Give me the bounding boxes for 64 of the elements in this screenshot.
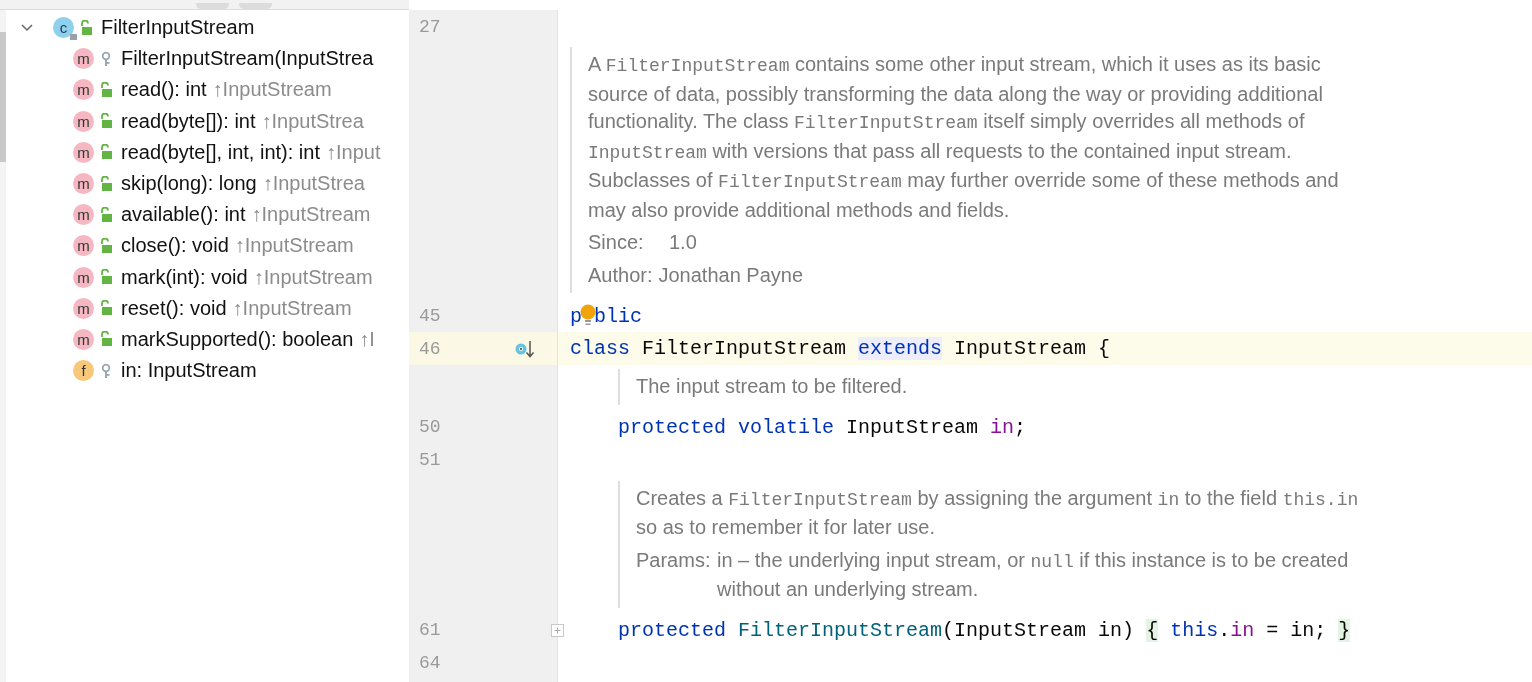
tree-item[interactable]: mark(int): void	[121, 265, 248, 289]
doc-text: in – the underlying input stream, or null if this instance is to be created	[717, 547, 1349, 574]
doc-text: InputStream with versions that pass all requests to the contained input stream.	[588, 138, 1293, 165]
method-icon: m	[73, 328, 94, 350]
line-number: 61	[419, 620, 442, 640]
toolbar-button[interactable]	[196, 3, 229, 9]
doc-text: without an underlying stream.	[717, 577, 980, 602]
inherited-from-label: ↑InputStream	[232, 296, 352, 320]
line-number: 27	[419, 16, 442, 37]
tree-item[interactable]: read(byte[]): int	[121, 109, 256, 133]
doc-text: Creates a FilterInputStream by assigning the argument in to the field this.in	[636, 485, 1359, 512]
method-icon: m	[73, 235, 94, 257]
doc-text: may also provide additional methods and fields.	[588, 197, 1011, 223]
inherited-from-label: ↑InputStrea	[262, 172, 365, 196]
doc-text: functionality. The class FilterInputStream itself simply overrides all methods of	[588, 109, 1306, 135]
tree-item[interactable]: markSupported(): boolean	[121, 327, 354, 351]
method-icon: m	[73, 79, 94, 101]
doc-text: The input stream to be filtered.	[636, 374, 908, 399]
inherited-from-label: ↑InputStrea	[261, 109, 364, 133]
inherited-from-label: ↑Input	[326, 140, 381, 164]
method-icon: m	[73, 204, 94, 226]
doc-text: Jonathan Payne	[658, 262, 804, 288]
tree-item[interactable]: FilterInputStream	[101, 16, 255, 40]
method-icon: m	[73, 266, 94, 288]
method-icon: m	[73, 297, 94, 319]
doc-text: 1.0	[669, 230, 697, 255]
scrollbar-thumb[interactable]	[0, 32, 6, 162]
tree-item[interactable]: reset(): void	[121, 296, 227, 320]
line-number: 46	[419, 338, 442, 359]
tree-item[interactable]: close(): void	[121, 234, 229, 258]
tree-item[interactable]: skip(long): long	[121, 172, 257, 196]
tree-item[interactable]: FilterInputStream(InputStrea	[121, 47, 374, 71]
code-line: p blic	[570, 303, 643, 328]
tree-item[interactable]: read(byte[], int, int): int	[121, 140, 320, 164]
inherited-from-label: ↑InputStream	[234, 234, 354, 258]
tree-item[interactable]: read(): int	[121, 78, 207, 102]
code-line: class FilterInputStream extends InputStream {	[570, 337, 1111, 360]
inherited-from-label: ↑InputStream	[212, 78, 332, 102]
doc-text: so as to remember it for later use.	[636, 515, 936, 540]
code-line: protected volatile InputStream in;	[618, 415, 1027, 439]
line-number: 51	[419, 450, 442, 470]
method-icon: m	[73, 48, 94, 70]
method-icon: m	[73, 173, 94, 195]
doc-tag-label: Params:	[636, 547, 712, 573]
toolbar-button[interactable]	[239, 3, 272, 9]
line-number: 50	[419, 417, 442, 437]
class-icon: c	[53, 17, 74, 39]
field-icon: f	[73, 360, 94, 382]
inherited-from-label: ↑InputStream	[253, 265, 373, 289]
doc-text: A FilterInputStream contains some other input stream, which it uses as its basic	[588, 52, 1322, 78]
method-icon: m	[73, 141, 94, 163]
doc-text: source of data, possibly transforming the data along the way or providing additional	[588, 81, 1324, 107]
doc-tag-label: Author:	[588, 262, 653, 288]
tree-item[interactable]: available(): int	[121, 203, 246, 227]
line-number: 64	[419, 653, 442, 673]
scrollbar[interactable]	[0, 10, 6, 682]
tree-item[interactable]: in: InputStream	[121, 359, 257, 383]
line-number: 45	[419, 305, 442, 326]
inherited-from-label: ↑InputStream	[251, 203, 371, 227]
code-line: protected FilterInputStream(InputStream in) { this.in = in; }	[618, 618, 1351, 642]
inherited-from-label: ↑I	[359, 327, 375, 351]
doc-text: Subclasses of FilterInputStream may further override some of these methods and	[588, 168, 1339, 194]
doc-tag-label: Since:	[588, 230, 645, 255]
method-icon: m	[73, 110, 94, 132]
